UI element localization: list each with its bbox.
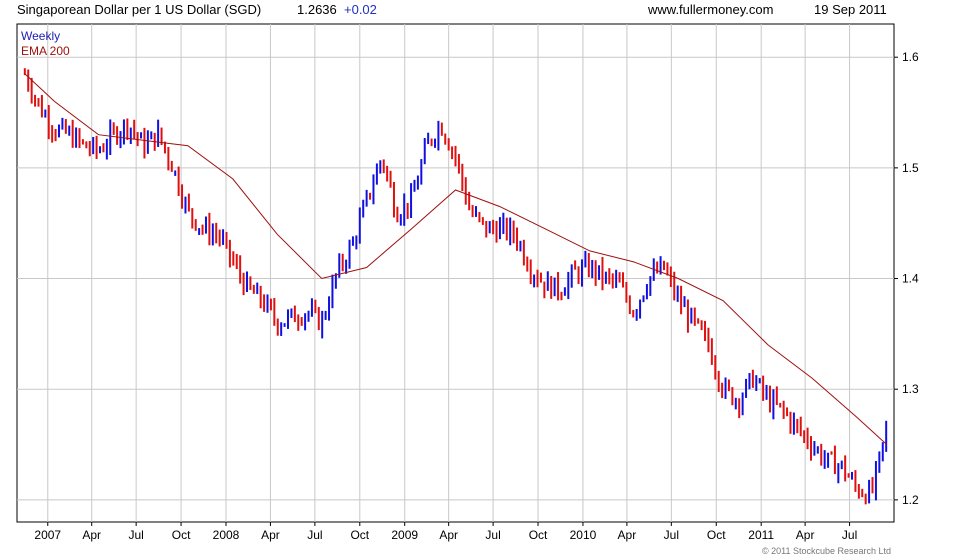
x-tick-label: Jul: [842, 528, 857, 542]
x-tick-label: Apr: [796, 528, 815, 542]
legend-ema: EMA 200: [21, 44, 70, 58]
y-tick-label: 1.2: [902, 493, 919, 507]
x-tick-label: 2009: [391, 528, 418, 542]
x-tick-label: 2007: [34, 528, 61, 542]
price-chart: 2007 Apr Jul Oct 2008 Apr Jul Oct 2009 Apr Jul Oct 2…: [16, 23, 919, 542]
y-tick-label: 1.6: [902, 50, 919, 64]
y-axis-labels: 1.2 1.3 1.4 1.5 1.6: [894, 50, 919, 507]
x-tick-label: Jul: [664, 528, 679, 542]
x-tick-label: 2010: [570, 528, 597, 542]
x-tick-label: Oct: [707, 528, 726, 542]
x-tick-label: 2008: [213, 528, 240, 542]
x-tick-label: Apr: [261, 528, 280, 542]
x-tick-label: 2011: [748, 528, 774, 542]
x-tick-label: Jul: [485, 528, 500, 542]
y-tick-label: 1.5: [902, 161, 919, 175]
plot-area: [16, 23, 895, 523]
copyright-note: © 2011 Stockcube Research Ltd: [762, 546, 892, 556]
y-tick-label: 1.4: [902, 272, 919, 286]
x-tick-label: Oct: [350, 528, 369, 542]
legend-weekly: Weekly: [21, 29, 60, 43]
y-tick-label: 1.3: [902, 382, 919, 396]
x-tick-label: Jul: [128, 528, 143, 542]
x-tick-label: Apr: [82, 528, 101, 542]
x-axis-labels: 2007 Apr Jul Oct 2008 Apr Jul Oct 2009 Apr Jul Oct 2…: [34, 522, 857, 542]
x-tick-label: Oct: [172, 528, 191, 542]
x-tick-label: Oct: [529, 528, 548, 542]
x-tick-label: Apr: [439, 528, 458, 542]
x-tick-label: Jul: [307, 528, 322, 542]
x-tick-label: Apr: [618, 528, 637, 542]
